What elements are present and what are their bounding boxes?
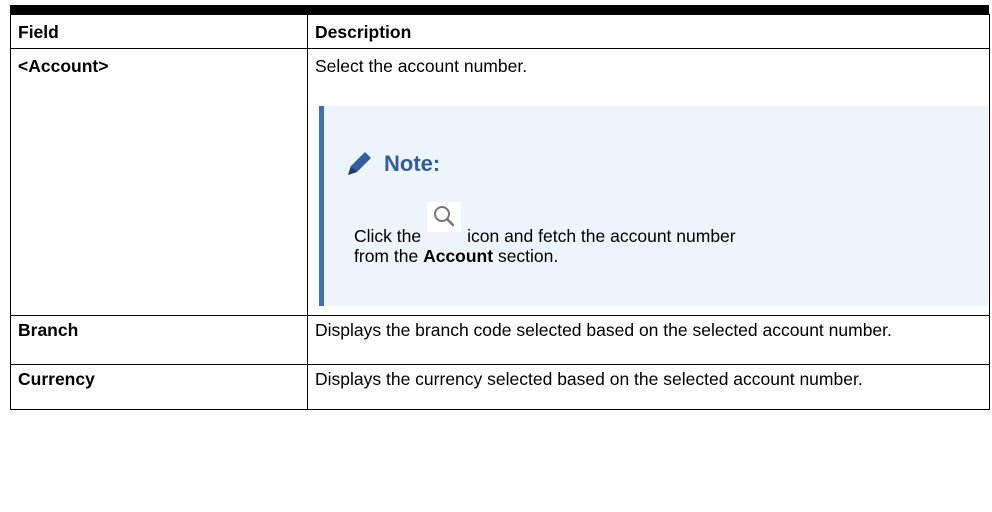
field-description: Select the account number. <box>315 56 528 76</box>
note-header: Note: <box>344 149 440 179</box>
header-description: Description <box>307 14 990 49</box>
note-text-before-icon: Click the <box>354 226 422 246</box>
note-line2-bold: Account <box>423 246 494 266</box>
pencil-icon <box>344 149 374 179</box>
note-body: Click the icon and fetch the account numb… <box>354 202 974 266</box>
note-title: Note: <box>384 151 441 176</box>
field-description-table: Field Description <Account> Select the a… <box>10 14 990 410</box>
field-description: Displays the currency selected based on … <box>307 364 990 410</box>
note-text-after-icon: icon and fetch the account number <box>467 226 736 246</box>
header-field: Field <box>10 14 308 49</box>
field-name: Branch <box>10 315 308 365</box>
field-description: Displays the branch code selected based … <box>307 315 990 365</box>
note-line2-prefix: from the <box>354 246 419 266</box>
table-row: Currency Displays the currency selected … <box>10 364 990 410</box>
table-header-row: Field Description <box>10 14 990 49</box>
field-description-cell: Select the account number. Note: Click t… <box>307 48 990 316</box>
table-row: Branch Displays the branch code selected… <box>10 315 990 365</box>
table-row: <Account> Select the account number. Not… <box>10 48 990 316</box>
note-line2-suffix: section. <box>497 246 559 266</box>
field-name: <Account> <box>10 48 308 316</box>
field-name: Currency <box>10 364 308 410</box>
note-callout: Note: Click the icon and fetch the accoun… <box>319 106 988 306</box>
table-top-rule <box>10 5 989 14</box>
search-icon <box>427 202 462 232</box>
